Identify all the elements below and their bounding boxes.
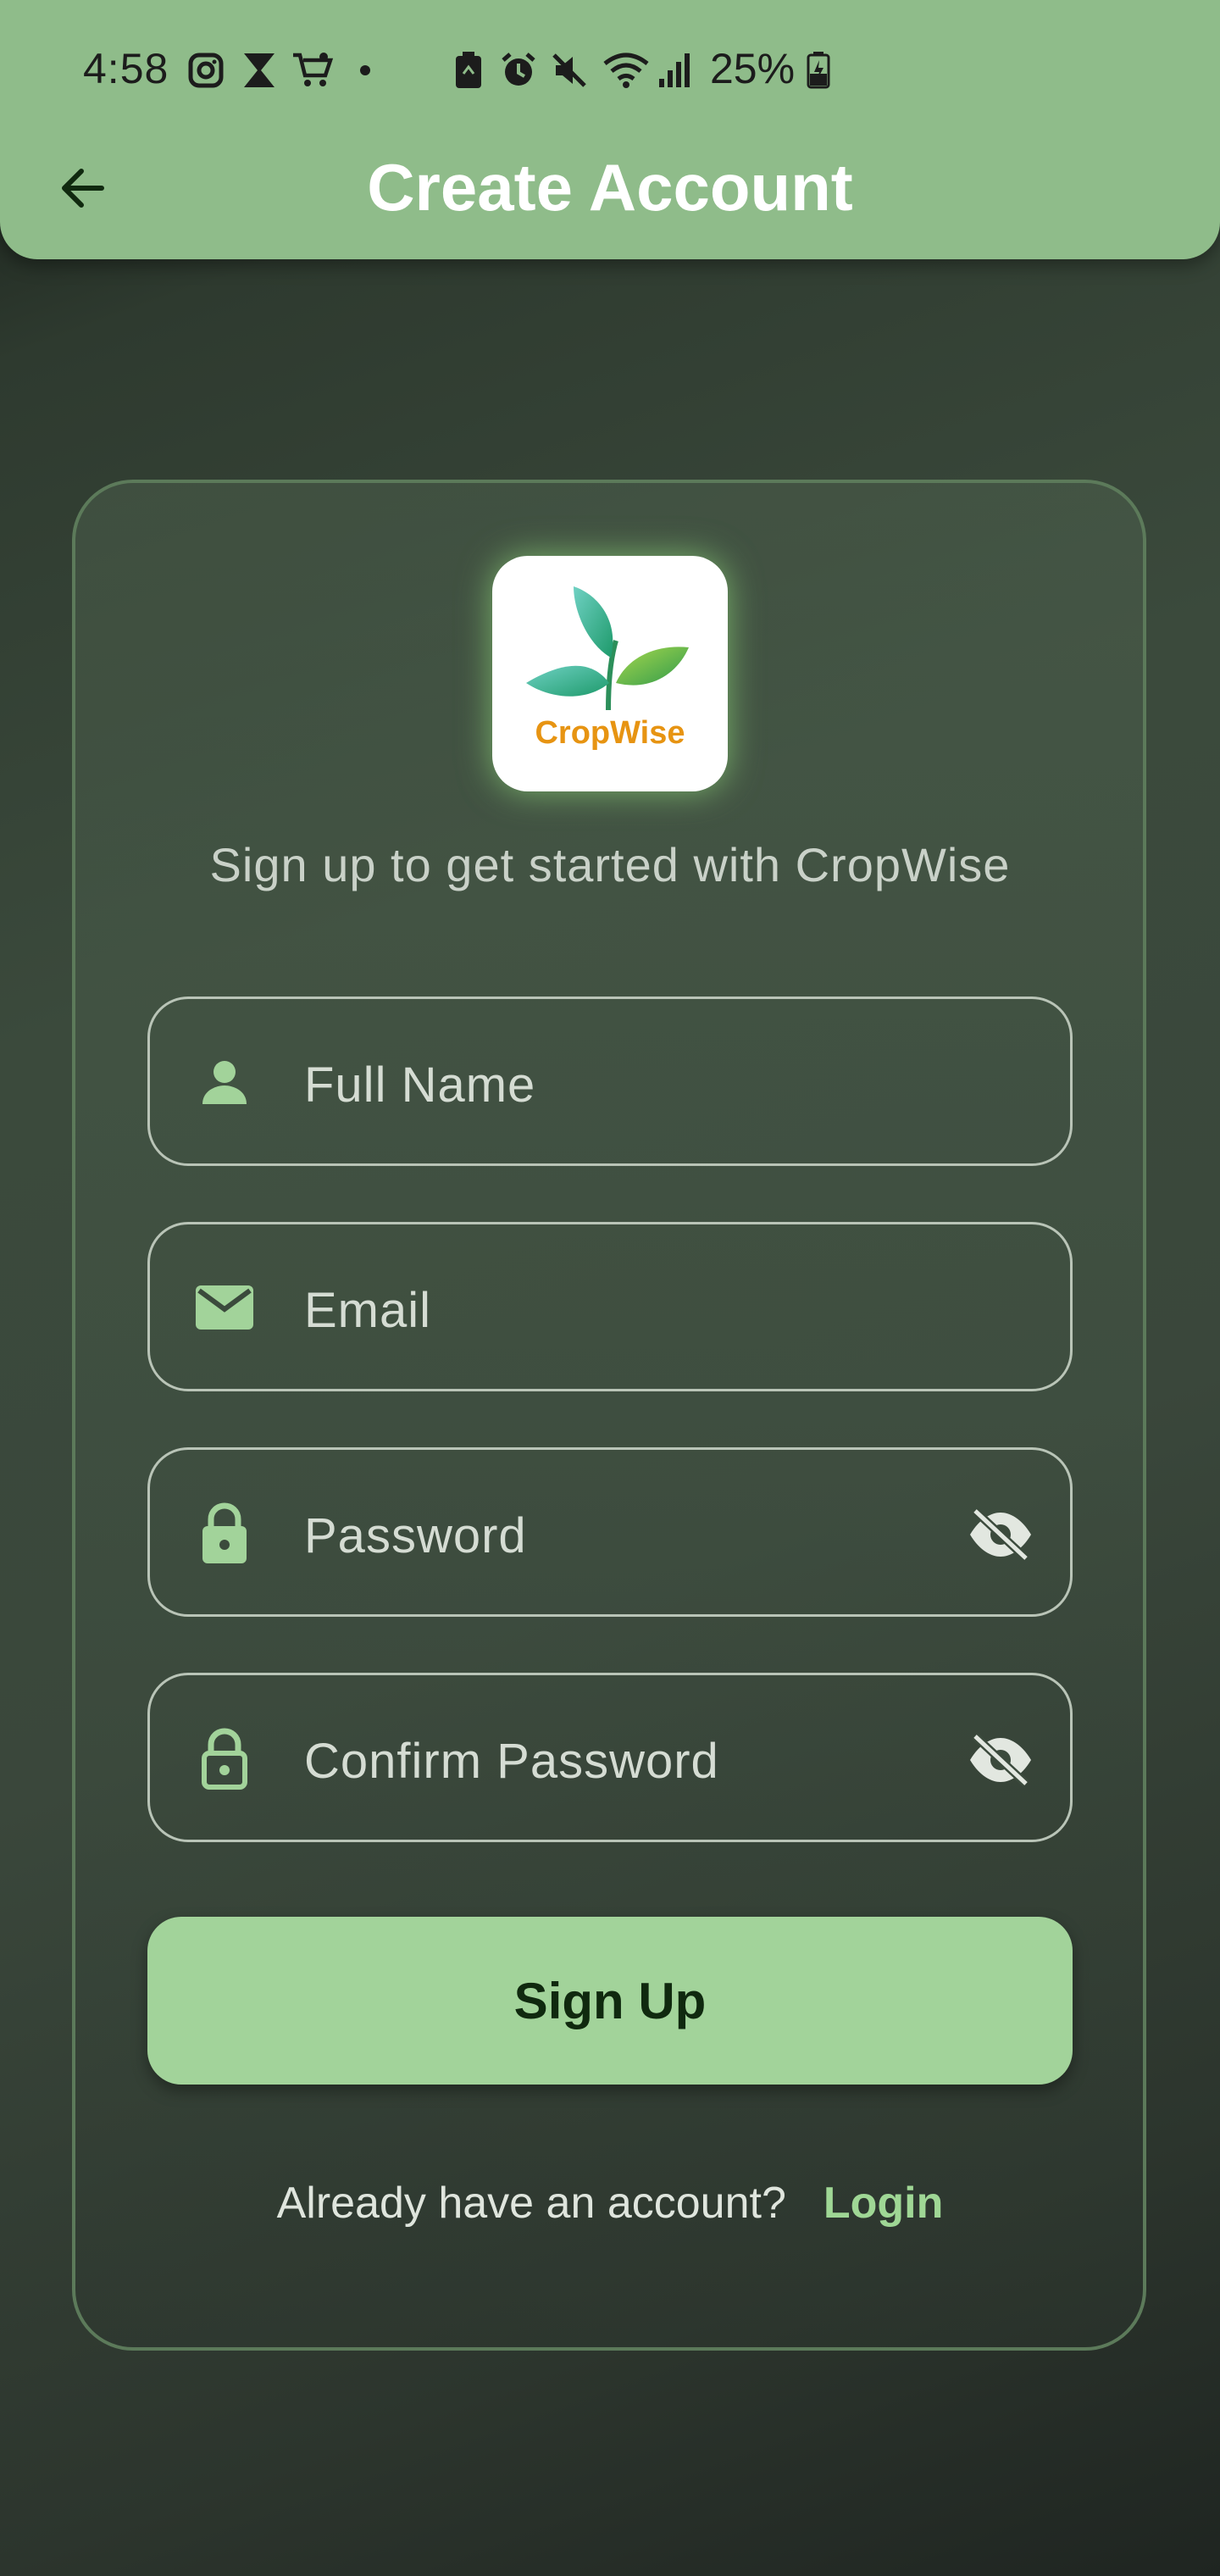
battery-percent: 25% bbox=[710, 45, 796, 92]
email-field[interactable] bbox=[147, 1222, 1073, 1391]
lock-outline-icon bbox=[191, 1724, 258, 1792]
email-input[interactable] bbox=[302, 1258, 899, 1362]
status-time: 4:58 bbox=[83, 45, 169, 92]
status-bar: 4:58 25% bbox=[0, 0, 1220, 144]
confirm-password-input[interactable] bbox=[302, 1709, 899, 1813]
login-question: Already have an account? bbox=[276, 2179, 786, 2228]
logo-text: CropWise bbox=[535, 715, 685, 751]
mail-icon bbox=[191, 1274, 258, 1341]
shopping-cart-icon bbox=[291, 53, 336, 88]
hourglass-icon bbox=[242, 53, 276, 88]
instagram-icon bbox=[188, 53, 224, 88]
password-field[interactable] bbox=[147, 1447, 1073, 1617]
lock-icon bbox=[191, 1499, 258, 1567]
sign-up-button[interactable]: Sign Up bbox=[147, 1917, 1073, 2085]
subtitle: Sign up to get started with CropWise bbox=[209, 838, 1011, 891]
password-visibility-toggle[interactable] bbox=[962, 1496, 1040, 1574]
login-link[interactable]: Login bbox=[824, 2179, 944, 2228]
dot-icon bbox=[359, 53, 371, 88]
signal-icon bbox=[657, 53, 691, 88]
login-prompt: Already have an account? Login bbox=[0, 2178, 1220, 2229]
wifi-icon bbox=[603, 53, 649, 88]
alarm-icon bbox=[500, 53, 537, 88]
battery-saver-icon bbox=[454, 52, 483, 88]
leaf-sprout-icon bbox=[526, 586, 689, 711]
app-bar: 4:58 25% Create Account bbox=[0, 0, 1220, 259]
confirm-password-field[interactable] bbox=[147, 1673, 1073, 1842]
full-name-input[interactable] bbox=[302, 1033, 899, 1136]
eye-off-icon bbox=[970, 1733, 1031, 1787]
eye-off-icon bbox=[970, 1507, 1031, 1562]
confirm-password-visibility-toggle[interactable] bbox=[962, 1721, 1040, 1799]
mute-icon bbox=[551, 53, 588, 88]
person-icon bbox=[191, 1048, 258, 1116]
battery-charging-icon bbox=[807, 52, 830, 89]
full-name-field[interactable] bbox=[147, 997, 1073, 1166]
password-input[interactable] bbox=[302, 1484, 899, 1587]
app-logo: CropWise bbox=[492, 556, 728, 791]
page-title: Create Account bbox=[367, 150, 853, 225]
